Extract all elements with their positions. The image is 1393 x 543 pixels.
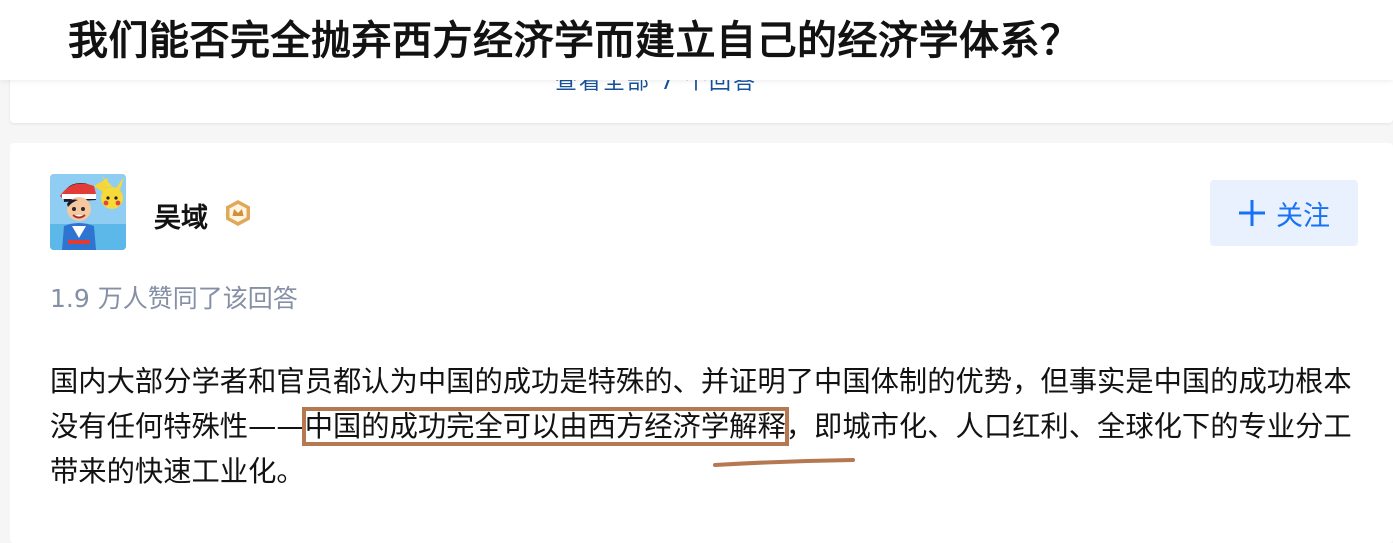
question-title[interactable]: 我们能否完全抛弃西方经济学而建立自己的经济学体系？ xyxy=(68,8,1081,66)
handdrawn-underline xyxy=(713,458,855,467)
follow-button[interactable]: 关注 xyxy=(1210,180,1358,246)
plus-icon xyxy=(1239,200,1265,226)
sticky-header: 我们能否完全抛弃西方经济学而建立自己的经济学体系？ xyxy=(0,0,1393,80)
highlighted-sentence: 中国的成功完全可以由西方经济学解释 xyxy=(301,407,789,446)
verified-badge-icon[interactable] xyxy=(223,198,253,228)
answer-content: 国内大部分学者和官员都认为中国的成功是特殊的、并证明了中国体制的优势，但事实是中… xyxy=(50,359,1360,494)
answer-card: 吴域 关注 1.9 万人赞同了该回答 国内大部分学者和官员都认为中国的成功是特殊… xyxy=(10,143,1393,543)
avatar-image xyxy=(50,174,126,250)
author-name[interactable]: 吴域 xyxy=(154,196,208,235)
author-avatar[interactable] xyxy=(50,174,126,250)
follow-label: 关注 xyxy=(1276,200,1330,232)
upvote-count: 1.9 万人赞同了该回答 xyxy=(50,284,298,313)
